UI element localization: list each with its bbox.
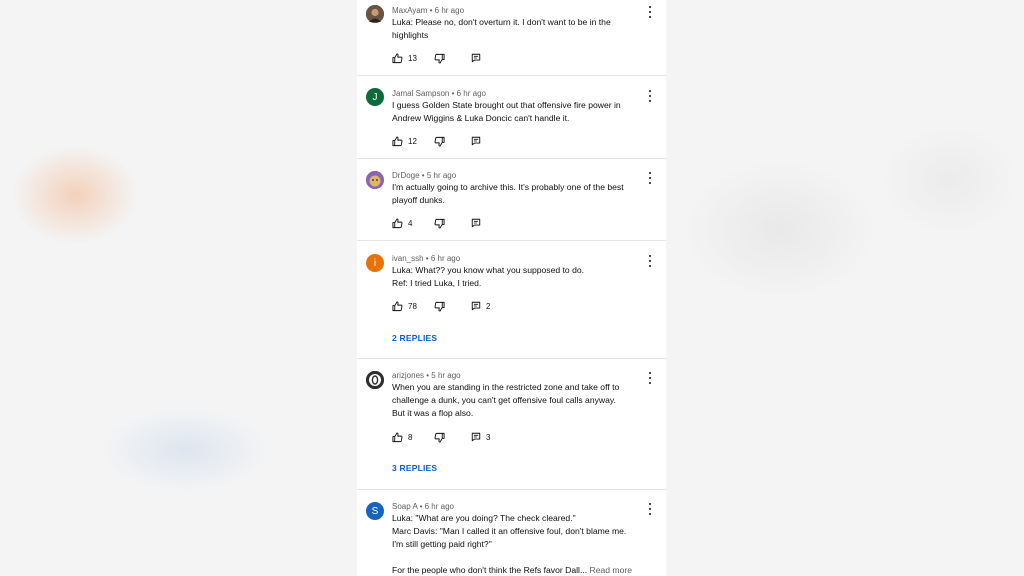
doge-photo-icon	[366, 171, 384, 189]
comment-text: Luka: What?? you know what you supposed …	[392, 265, 585, 288]
reply-icon	[471, 136, 481, 146]
more-options-icon[interactable]	[648, 90, 652, 102]
like-count: 8	[408, 432, 413, 442]
reply-button[interactable]	[471, 52, 481, 64]
avatar-letter: J	[372, 91, 378, 103]
like-count: 4	[408, 218, 413, 228]
reply-button[interactable]: 3	[471, 431, 490, 443]
comment-item: i ivan_ssh • 6 hr ago Luka: What?? you k…	[357, 241, 666, 359]
reply-button[interactable]	[471, 135, 481, 147]
comment-item: MaxAyam • 6 hr ago Luka: Please no, don'…	[357, 0, 666, 76]
thumbs-down-icon	[434, 301, 445, 312]
comment-text: When you are standing in the restricted …	[392, 382, 620, 418]
reply-button[interactable]	[471, 217, 481, 229]
avatar[interactable]	[366, 171, 384, 189]
comment-meta: Soap A • 6 hr ago	[392, 502, 454, 511]
avatar-letter: i	[373, 257, 377, 269]
comment-time: 5 hr ago	[426, 171, 457, 180]
more-options-icon[interactable]	[648, 6, 652, 18]
comment-text: Luka: "What are you doing? The check cle…	[392, 513, 633, 575]
comment-author[interactable]: MaxAyam	[392, 6, 427, 15]
more-options-icon[interactable]	[648, 172, 652, 184]
reply-icon	[471, 432, 481, 442]
comment-time: 6 hr ago	[430, 254, 461, 263]
like-button[interactable]: 78	[392, 300, 417, 312]
thumbs-up-icon	[392, 52, 403, 63]
reply-icon	[471, 301, 481, 311]
comment-author[interactable]: ivan_ssh	[392, 254, 424, 263]
avatar[interactable]: i	[366, 254, 384, 272]
comment-author[interactable]: Soap A	[392, 502, 417, 511]
like-button[interactable]: 13	[392, 52, 417, 64]
comment-actions: 4	[392, 217, 632, 229]
comment-item: J Jamal Sampson • 6 hr ago I guess Golde…	[357, 76, 666, 159]
reply-icon	[471, 218, 481, 228]
view-replies-button[interactable]: 2 REPLIES	[392, 333, 437, 343]
comment-item: S Soap A • 6 hr ago Luka: "What are you …	[357, 490, 666, 576]
comment-text: I guess Golden State brought out that of…	[392, 100, 621, 123]
comment-meta: MaxAyam • 6 hr ago	[392, 6, 465, 15]
dislike-button[interactable]	[434, 300, 445, 312]
comment-meta: ivan_ssh • 6 hr ago	[392, 254, 461, 263]
avatar-letter: S	[371, 505, 379, 517]
reply-icon	[471, 53, 481, 63]
thumbs-down-icon	[434, 136, 445, 147]
comment-actions: 12	[392, 135, 632, 147]
like-button[interactable]: 4	[392, 217, 412, 229]
comment-text: Luka: Please no, don't overturn it. I do…	[392, 17, 611, 40]
dislike-button[interactable]	[434, 431, 445, 443]
like-count: 13	[408, 53, 417, 63]
dislike-button[interactable]	[434, 217, 445, 229]
more-options-icon[interactable]	[648, 503, 652, 515]
dislike-button[interactable]	[434, 52, 445, 64]
comment-author[interactable]: Jamal Sampson	[392, 89, 449, 98]
reply-count: 3	[486, 432, 491, 442]
like-count: 78	[408, 301, 417, 311]
avatar[interactable]: S	[366, 502, 384, 520]
thumbs-down-icon	[434, 53, 445, 64]
logo-avatar-icon	[366, 371, 384, 389]
comment-actions: 78 2	[392, 300, 632, 312]
comment-time: 6 hr ago	[456, 89, 486, 98]
avatar[interactable]	[366, 371, 384, 389]
comment-actions: 8 3	[392, 431, 632, 443]
comment-meta: arizjones • 5 hr ago	[392, 371, 461, 380]
thumbs-up-icon	[392, 217, 403, 228]
thumbs-up-icon	[392, 135, 403, 146]
thumbs-down-icon	[434, 218, 445, 229]
reply-count: 2	[486, 301, 491, 311]
comment-item: DrDoge • 5 hr ago I'm actually going to …	[357, 159, 666, 241]
comment-author[interactable]: arizjones	[392, 371, 424, 380]
more-options-icon[interactable]	[648, 255, 652, 267]
comment-time: 6 hr ago	[424, 502, 454, 511]
read-more-link[interactable]: Read more	[590, 565, 633, 575]
comment-time: 6 hr ago	[434, 6, 465, 15]
reply-button[interactable]: 2	[471, 300, 490, 312]
comment-meta: Jamal Sampson • 6 hr ago	[392, 89, 486, 98]
dislike-button[interactable]	[434, 135, 445, 147]
more-options-icon[interactable]	[648, 372, 652, 384]
comment-meta: DrDoge • 5 hr ago	[392, 171, 457, 180]
thumbs-up-icon	[392, 300, 403, 311]
comment-author[interactable]: DrDoge	[392, 171, 420, 180]
avatar[interactable]	[366, 5, 384, 23]
like-count: 12	[408, 136, 417, 146]
comments-panel: MaxAyam • 6 hr ago Luka: Please no, don'…	[357, 0, 666, 576]
comment-item: arizjones • 5 hr ago When you are standi…	[357, 359, 666, 490]
thumbs-down-icon	[434, 432, 445, 443]
thumbs-up-icon	[392, 431, 403, 442]
comment-text: I'm actually going to archive this. It's…	[392, 182, 624, 205]
like-button[interactable]: 12	[392, 135, 417, 147]
user-photo-icon	[366, 5, 384, 23]
view-replies-button[interactable]: 3 REPLIES	[392, 463, 437, 473]
avatar[interactable]: J	[366, 88, 384, 106]
comment-actions: 13	[392, 52, 632, 64]
comment-time: 5 hr ago	[431, 371, 461, 380]
like-button[interactable]: 8	[392, 431, 412, 443]
